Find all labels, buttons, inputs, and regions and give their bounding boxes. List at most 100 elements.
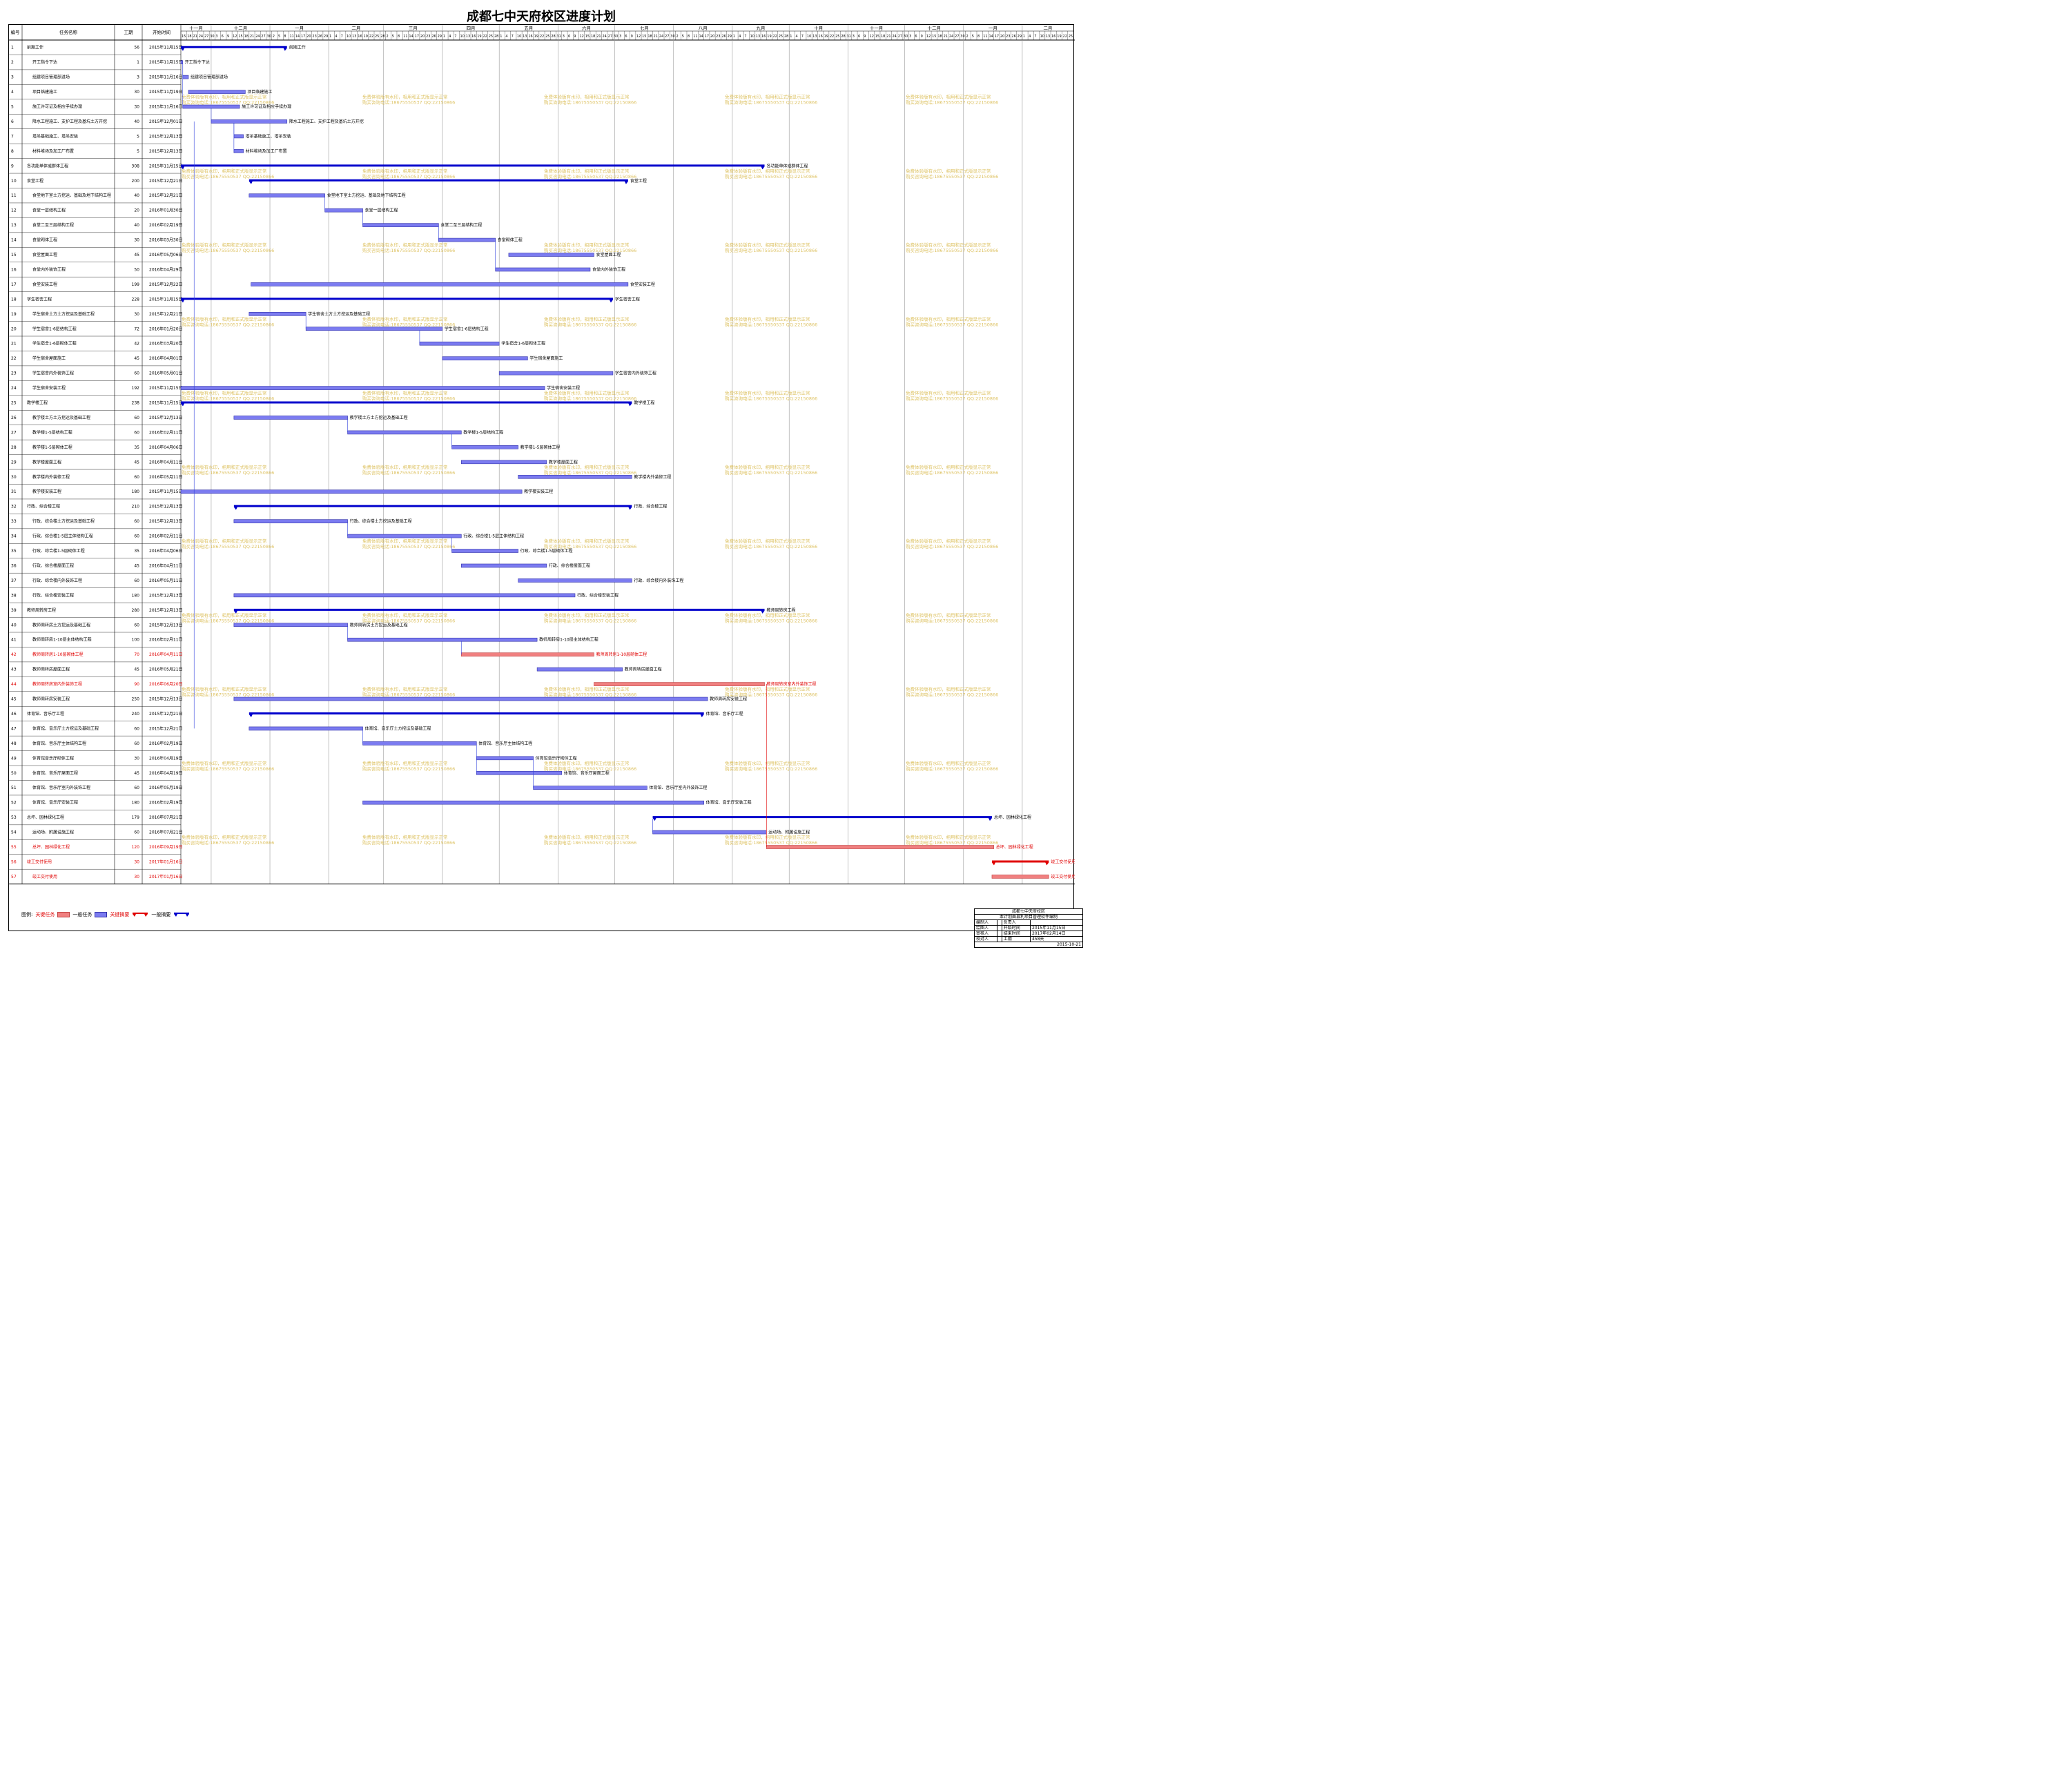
day-label: 30 — [267, 35, 271, 39]
watermark-line1: 免费体验版有水印，相用和正式版显示正常 — [725, 242, 810, 248]
day-label: 21 — [250, 35, 254, 39]
task-id: 28 — [11, 445, 17, 450]
task-bar — [460, 460, 547, 465]
watermark-line2: 购买咨询电话:18675550537 QQ:22150866 — [906, 99, 998, 106]
task-duration: 60 — [134, 830, 139, 835]
month-label: 一月 — [989, 26, 997, 31]
bar-label: 开工指令下达 — [185, 59, 210, 65]
task-id: 45 — [11, 697, 17, 702]
day-label: 4 — [1029, 35, 1031, 39]
column-header: 开始时间 — [153, 29, 171, 35]
bar-label: 体育馆、音乐厅安装工程 — [706, 800, 752, 806]
bar-label: 行政、综合楼工程 — [634, 504, 667, 509]
bar-label: 教学楼工程 — [634, 400, 654, 406]
month-label: 十月 — [814, 25, 823, 31]
month-label: 十二月 — [234, 25, 248, 31]
day-label: 22 — [1063, 35, 1067, 39]
day-label: 18 — [187, 35, 191, 39]
watermark-line1: 免费体验版有水印，相用和正式版显示正常 — [906, 242, 991, 248]
info-date: 2015-10-21 — [974, 942, 1083, 948]
task-name: 教师周转房工程 — [27, 607, 56, 613]
info-cell: 绘图人 — [974, 925, 997, 931]
day-label: 5 — [972, 35, 974, 39]
task-id: 2 — [11, 60, 14, 65]
watermark-line2: 购买咨询电话:18675550537 QQ:22150866 — [725, 469, 817, 476]
watermark-line2: 购买咨询电话:18675550537 QQ:22150866 — [182, 839, 274, 846]
task-start: 2016年04月11日 — [149, 459, 183, 465]
day-label: 27 — [261, 35, 265, 39]
day-label: 8 — [977, 35, 980, 39]
task-name: 食堂内外装饰工程 — [32, 266, 66, 272]
watermark-line2: 购买咨询电话:18675550537 QQ:22150866 — [906, 692, 998, 698]
summary-bar — [249, 712, 704, 717]
day-label: 3 — [563, 35, 565, 39]
task-id: 34 — [11, 534, 17, 539]
task-duration: 50 — [134, 267, 139, 272]
task-duration: 30 — [134, 756, 139, 761]
day-label: 15 — [642, 35, 646, 39]
watermark-line1: 免费体验版有水印，相用和正式版显示正常 — [182, 168, 267, 174]
bar-label: 项目临建施工 — [247, 89, 272, 95]
bar-label: 学生宿舍1-6层结构工程 — [445, 326, 489, 331]
watermark-line1: 免费体验版有水印，相用和正式版显示正常 — [182, 686, 267, 692]
watermark-line1: 免费体验版有水印，相用和正式版显示正常 — [906, 390, 991, 396]
day-label: 18 — [244, 35, 249, 39]
task-start: 2015年12月13日 — [149, 697, 183, 702]
summary-bar — [181, 164, 765, 170]
task-name: 学生宿舍内外装饰工程 — [32, 371, 74, 376]
task-start: 2016年05月21日 — [149, 667, 183, 672]
task-id: 48 — [11, 741, 17, 746]
task-duration: 60 — [134, 371, 139, 376]
watermark-line2: 购买咨询电话:18675550537 QQ:22150866 — [362, 173, 455, 179]
watermark-line1: 免费体验版有水印，相用和正式版显示正常 — [906, 94, 991, 100]
task-id: 44 — [11, 682, 17, 687]
watermark-line1: 免费体验版有水印，相用和正式版显示正常 — [182, 464, 267, 470]
task-duration: 45 — [134, 356, 139, 361]
task-start: 2016年06月20日 — [149, 681, 183, 687]
watermark-line2: 购买咨询电话:18675550537 QQ:22150866 — [182, 692, 274, 698]
watermark-line1: 免费体验版有水印，相用和正式版显示正常 — [362, 242, 448, 248]
task-name: 教学楼屋面工程 — [32, 459, 61, 465]
bar-label: 食堂二至三层结构工程 — [440, 222, 482, 228]
watermark-line2: 购买咨询电话:18675550537 QQ:22150866 — [906, 247, 998, 253]
task-start: 2015年12月13日 — [149, 504, 183, 509]
day-label: 11 — [983, 35, 987, 39]
month-label: 十二月 — [927, 25, 941, 31]
bar-label: 食堂工程 — [630, 178, 647, 184]
task-name: 教学楼1-5层砌体工程 — [32, 445, 72, 450]
bar-label: 施工许可证及相应手续办理 — [242, 104, 291, 110]
task-bar — [518, 474, 632, 479]
day-label: 13 — [523, 35, 527, 39]
task-duration: 179 — [132, 815, 140, 820]
task-bar — [766, 845, 995, 849]
task-bar — [233, 519, 348, 523]
day-label: 18 — [648, 35, 652, 39]
day-label: 17 — [995, 35, 999, 39]
task-duration: 30 — [134, 90, 139, 95]
task-id: 51 — [11, 786, 17, 790]
day-label: 12 — [870, 35, 874, 39]
task-start: 2015年12月21日 — [149, 193, 183, 198]
task-bar — [305, 327, 443, 331]
task-duration: 180 — [132, 489, 140, 494]
month-label: 七月 — [640, 25, 649, 31]
info-cell: 开始时间 — [1001, 925, 1031, 931]
column-header: 工期 — [124, 30, 134, 35]
task-start: 2016年02月19日 — [149, 222, 183, 228]
task-duration: 42 — [134, 342, 139, 347]
info-cell: 负责人 — [1001, 919, 1031, 926]
watermark-line2: 购买咨询电话:18675550537 QQ:22150866 — [544, 173, 636, 179]
day-label: 27 — [955, 35, 959, 39]
task-name: 教学楼1-5层结构工程 — [32, 429, 72, 435]
task-name: 食堂地下室土方挖运、基础及地下结构工程 — [32, 193, 111, 198]
day-label: 30 — [670, 35, 674, 39]
task-start: 2016年04月29日 — [149, 266, 183, 272]
day-label: 21 — [193, 35, 197, 39]
bar-label: 降水工程施工、支护工程及基坑土方开挖 — [289, 119, 364, 124]
task-name: 教师周转房屋面工程 — [32, 667, 70, 672]
bar-label: 总坪、园林绿化工程 — [996, 844, 1033, 850]
watermark-line1: 免费体验版有水印，相用和正式版显示正常 — [182, 538, 267, 544]
day-label: 26 — [1011, 35, 1015, 39]
day-label: 1 — [790, 35, 792, 39]
bar-label: 总坪、园林绿化工程 — [994, 815, 1031, 820]
